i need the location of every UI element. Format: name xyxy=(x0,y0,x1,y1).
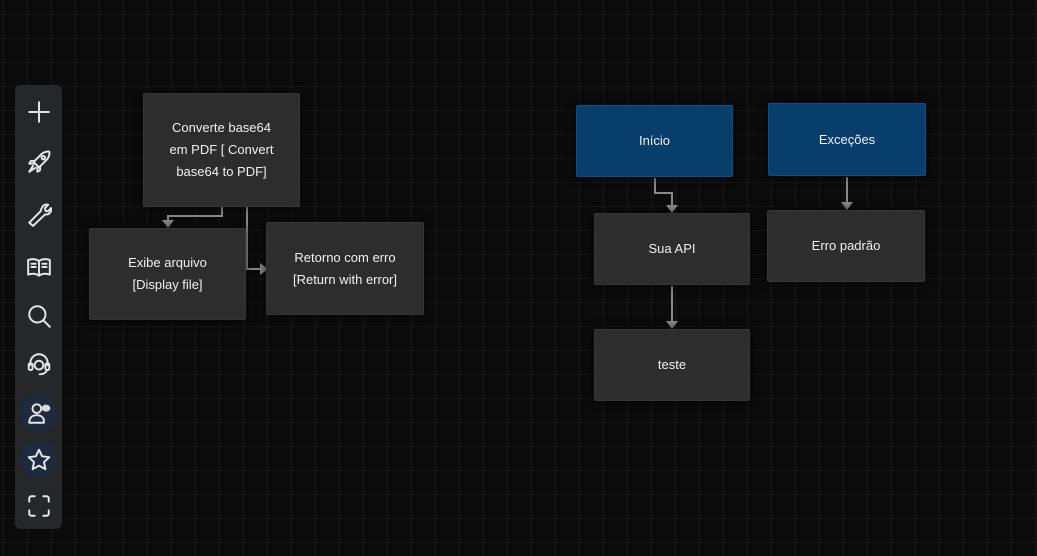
left-toolbar xyxy=(15,85,62,529)
node-erro-padrao[interactable]: Erro padrão xyxy=(767,210,925,282)
fullscreen-frame-icon xyxy=(27,494,50,517)
rocket-icon xyxy=(27,150,50,173)
user-chat-icon xyxy=(27,402,50,424)
headset-icon xyxy=(27,352,50,375)
add-button[interactable] xyxy=(20,93,57,130)
node-exibe-arquivo[interactable]: Exibe arquivo [Display file] xyxy=(89,228,246,320)
open-book-icon xyxy=(26,257,51,277)
plus-icon xyxy=(27,100,50,123)
search-button[interactable] xyxy=(20,297,57,334)
search-icon xyxy=(27,304,51,328)
star-icon xyxy=(27,448,50,470)
node-inicio[interactable]: Início xyxy=(576,105,733,177)
node-excecoes[interactable]: Exceções xyxy=(768,103,926,176)
node-teste[interactable]: teste xyxy=(594,329,750,401)
fit-view-button[interactable] xyxy=(20,487,57,524)
deploy-button[interactable] xyxy=(20,143,57,180)
users-button[interactable] xyxy=(20,394,57,431)
node-sua-api[interactable]: Sua API xyxy=(594,213,750,285)
settings-button[interactable] xyxy=(20,195,57,232)
wrench-icon xyxy=(27,203,52,227)
docs-button[interactable] xyxy=(20,248,57,285)
support-button[interactable] xyxy=(20,345,57,382)
node-retorno-com-erro[interactable]: Retorno com erro [Return with error] xyxy=(266,222,424,315)
favorites-button[interactable] xyxy=(20,441,57,478)
node-converte-base64[interactable]: Converte base64 em PDF [ Convert base64 … xyxy=(143,93,300,207)
